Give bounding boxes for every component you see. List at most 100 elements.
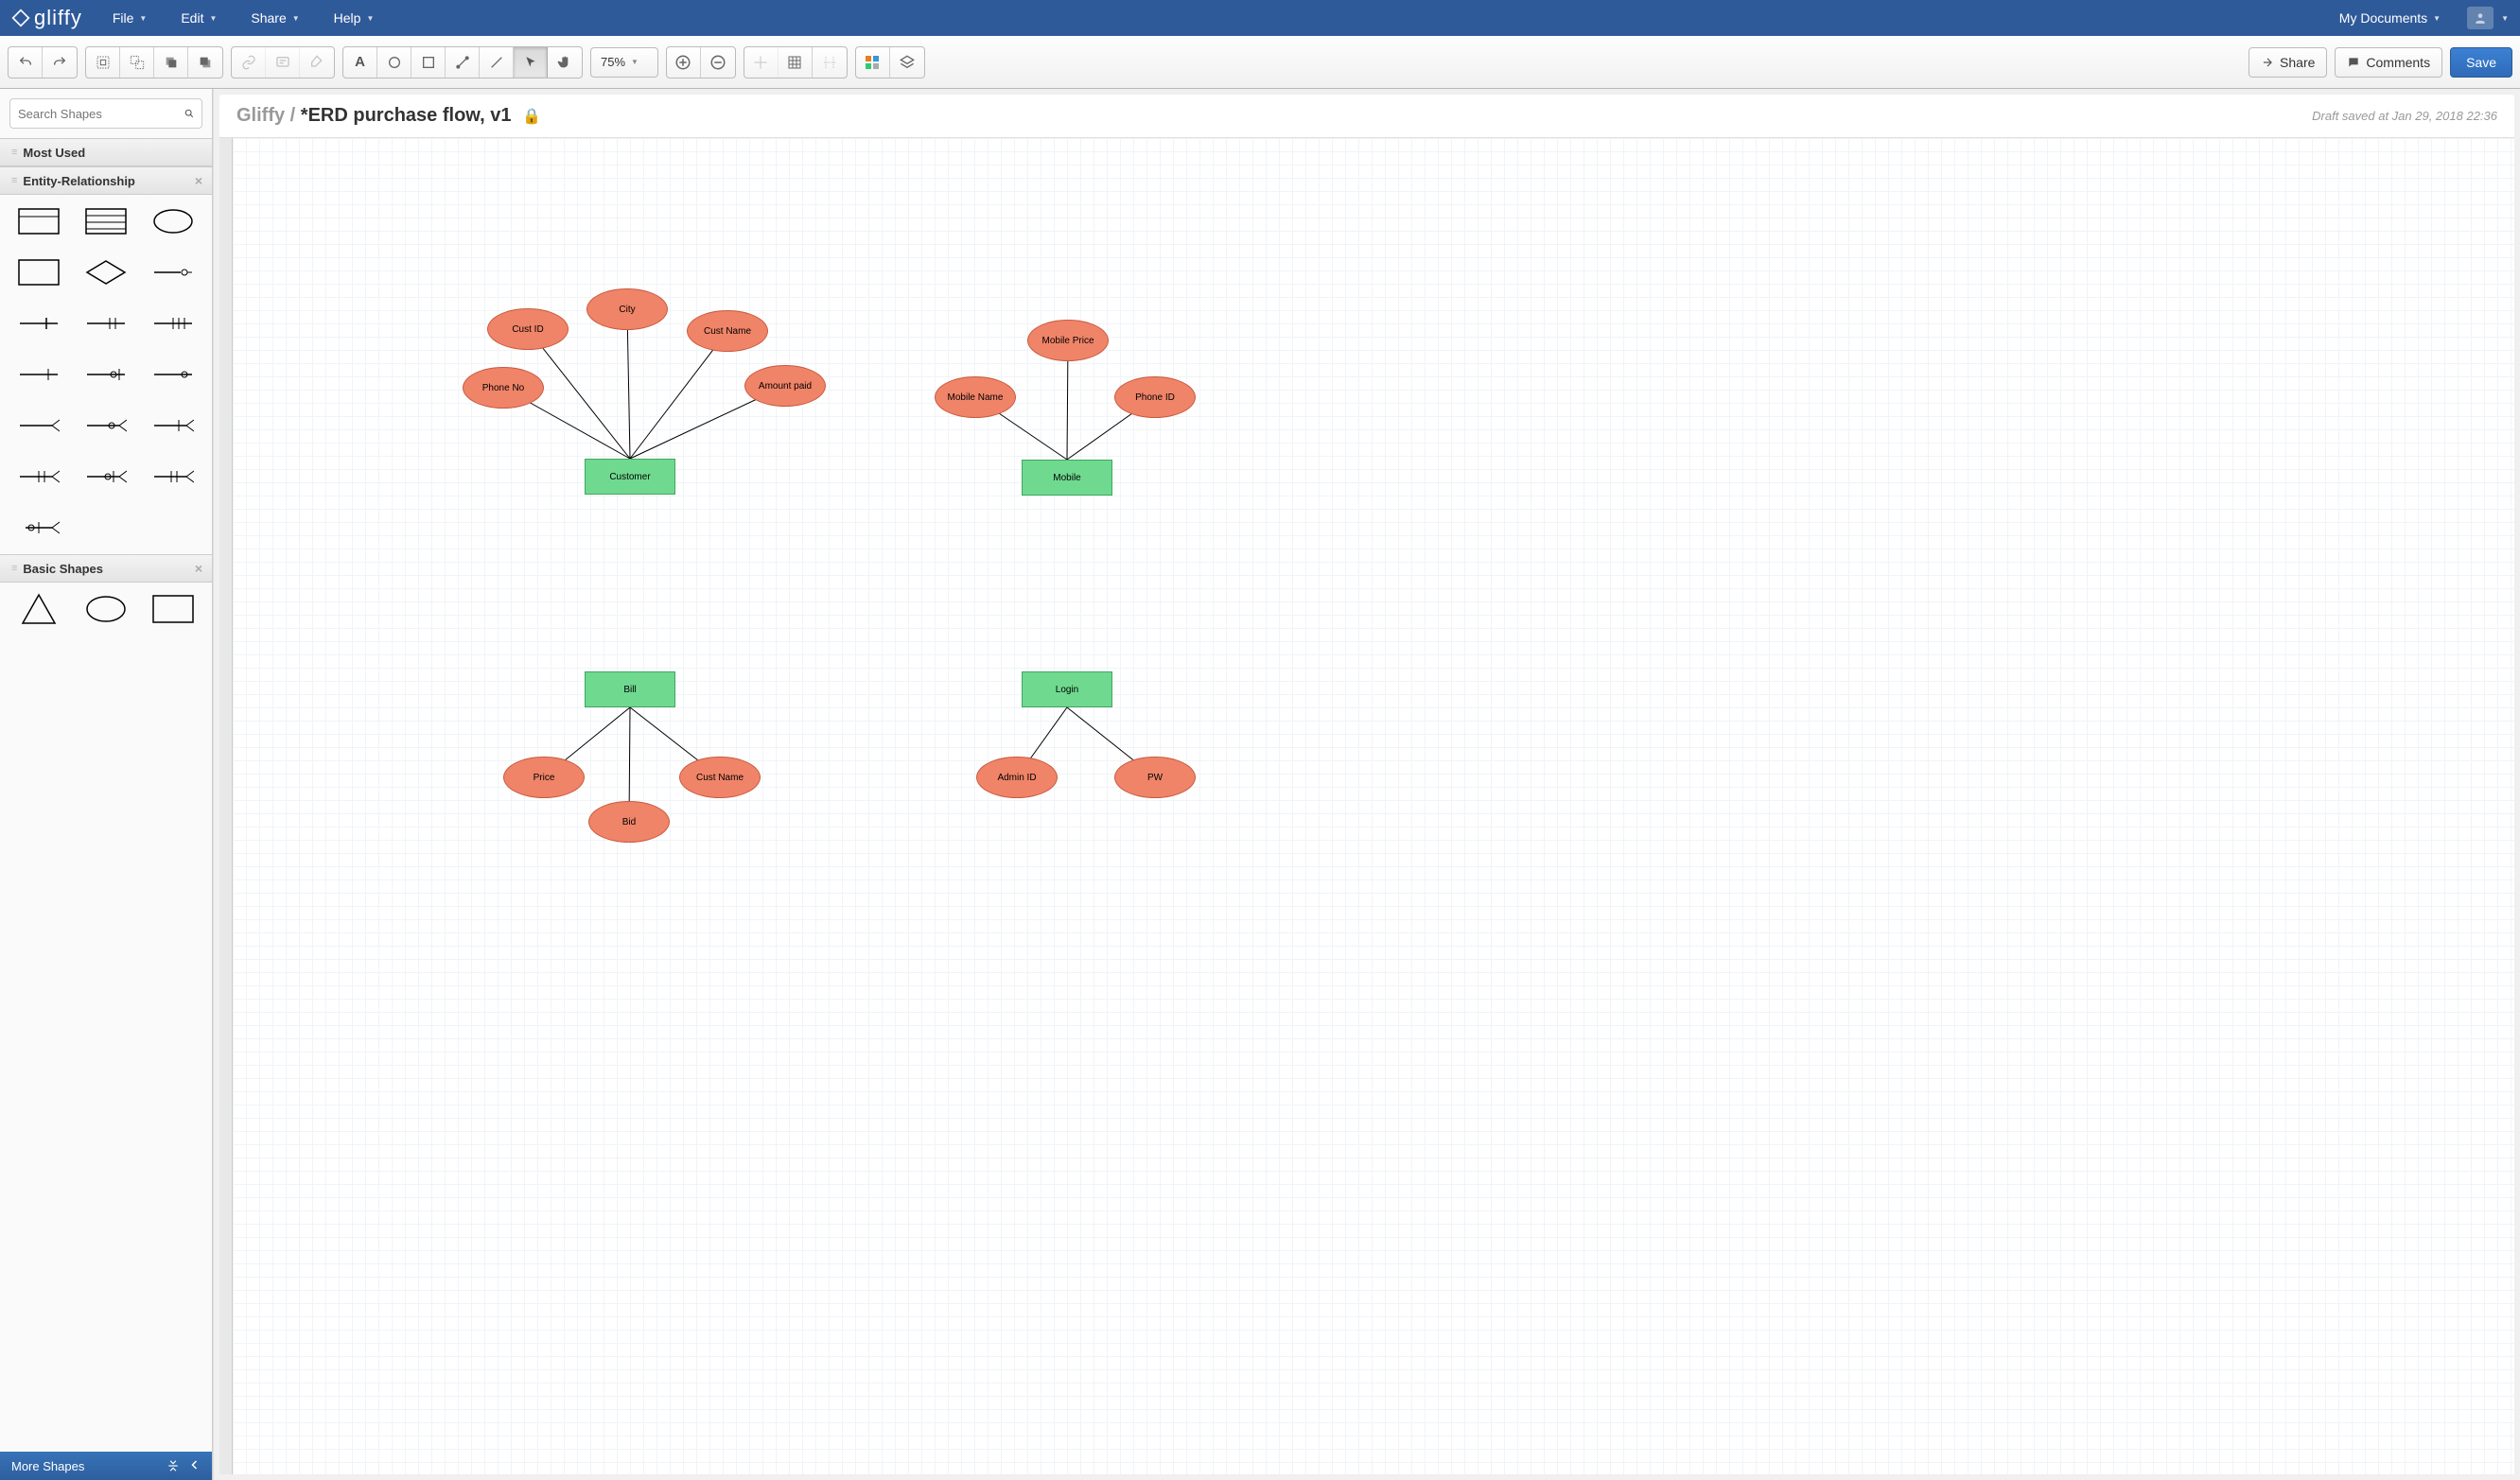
attribute-mprice[interactable]: Mobile Price	[1027, 320, 1109, 361]
shape-weak-entity[interactable]	[11, 255, 67, 289]
layers-icon	[900, 55, 915, 70]
shape-many1[interactable]	[11, 409, 67, 443]
group-icon	[96, 55, 111, 70]
shape-crow5[interactable]	[79, 357, 134, 392]
shape-many5[interactable]	[79, 460, 134, 494]
shape-entity-rows[interactable]	[79, 204, 134, 238]
shape-one-one[interactable]	[145, 255, 201, 289]
attribute-custn2[interactable]: Cust Name	[679, 757, 761, 798]
shape-many7[interactable]	[11, 511, 67, 545]
section-er[interactable]: ≡Entity-Relationship×	[0, 166, 212, 195]
shape-many4[interactable]	[11, 460, 67, 494]
group-tools	[85, 46, 223, 78]
canvas-inner[interactable]: Customer Mobile Bill Login Phone No Cust ID Ci…	[219, 138, 1544, 989]
menu-file[interactable]: File▼	[96, 0, 164, 36]
shape-relationship[interactable]	[79, 255, 134, 289]
menu-share[interactable]: Share▼	[234, 0, 316, 36]
pointer-tool[interactable]	[514, 47, 548, 78]
canvas[interactable]: Customer Mobile Bill Login Phone No Cust ID Ci…	[219, 138, 2514, 1474]
doc-title[interactable]: *ERD purchase flow, v1	[301, 105, 512, 126]
chevron-down-icon: ▼	[209, 14, 217, 23]
zoom-select[interactable]: 75%▼	[590, 47, 658, 78]
redo-button[interactable]	[43, 47, 77, 78]
shape-attribute[interactable]	[145, 204, 201, 238]
shape-entity[interactable]	[11, 204, 67, 238]
entity-bill[interactable]: Bill	[585, 671, 675, 707]
entity-customer[interactable]: Customer	[585, 459, 675, 495]
line-tool[interactable]	[480, 47, 514, 78]
circle-tool[interactable]	[377, 47, 411, 78]
comments-button[interactable]: Comments	[2335, 47, 2442, 78]
entity-mobile[interactable]: Mobile	[1022, 460, 1112, 496]
save-button[interactable]: Save	[2450, 47, 2512, 78]
group-button[interactable]	[86, 47, 120, 78]
attribute-pw[interactable]: PW	[1114, 757, 1196, 798]
shape-crow4[interactable]	[11, 357, 67, 392]
zoom-out-button[interactable]	[701, 47, 735, 78]
share-button[interactable]: Share	[2249, 47, 2327, 78]
attribute-price[interactable]: Price	[503, 757, 585, 798]
text-tool[interactable]: A	[343, 47, 377, 78]
shape-crow3[interactable]	[145, 306, 201, 340]
undo-button[interactable]	[9, 47, 43, 78]
ungroup-icon	[130, 55, 145, 70]
attribute-city[interactable]: City	[586, 288, 668, 330]
layers-button[interactable]	[890, 47, 924, 78]
toolbar: A 75%▼ Share Comments Save	[0, 36, 2520, 89]
collapse-icon[interactable]	[189, 1459, 201, 1471]
shape-many2[interactable]	[79, 409, 134, 443]
share-icon	[2261, 56, 2274, 69]
shape-crow6[interactable]	[145, 357, 201, 392]
attribute-amount[interactable]: Amount paid	[744, 365, 826, 407]
chevron-down-icon: ▼	[2501, 14, 2509, 23]
search-box[interactable]	[9, 98, 202, 129]
draw-tools: A	[342, 46, 583, 78]
section-basic[interactable]: ≡Basic Shapes×	[0, 554, 212, 583]
menu-help[interactable]: Help▼	[317, 0, 392, 36]
close-icon[interactable]: ×	[195, 173, 202, 188]
section-most-used[interactable]: ≡Most Used	[0, 138, 212, 166]
user-menu[interactable]	[2467, 7, 2494, 29]
breadcrumb-root[interactable]: Gliffy	[236, 105, 285, 126]
back-button[interactable]	[188, 47, 222, 78]
theme-button[interactable]	[856, 47, 890, 78]
expand-icon[interactable]	[166, 1459, 180, 1472]
attribute-mname[interactable]: Mobile Name	[935, 376, 1016, 418]
attribute-adminid[interactable]: Admin ID	[976, 757, 1058, 798]
link-button	[232, 47, 266, 78]
send-back-icon	[198, 55, 213, 70]
attribute-custname[interactable]: Cust Name	[687, 310, 768, 352]
pan-tool[interactable]	[548, 47, 582, 78]
search-wrap	[0, 89, 212, 138]
note-button	[266, 47, 300, 78]
app-logo[interactable]: gliffy	[8, 6, 96, 30]
drag-icon: ≡	[11, 563, 15, 574]
paint-icon	[309, 55, 324, 70]
more-shapes-button[interactable]: More Shapes	[11, 1459, 84, 1473]
search-input[interactable]	[18, 107, 184, 121]
drag-icon: ≡	[11, 175, 15, 186]
attribute-phoneid[interactable]: Phone ID	[1114, 376, 1196, 418]
chevron-down-icon: ▼	[366, 14, 374, 23]
attribute-phoneno[interactable]: Phone No	[463, 367, 544, 409]
shape-rectangle[interactable]	[145, 592, 201, 626]
shape-ellipse[interactable]	[79, 592, 134, 626]
shape-many6[interactable]	[145, 460, 201, 494]
close-icon[interactable]: ×	[195, 561, 202, 576]
attribute-custid[interactable]: Cust ID	[487, 308, 569, 350]
connector-tool[interactable]	[446, 47, 480, 78]
menu-my-documents[interactable]: My Documents▼	[2322, 0, 2458, 36]
ungroup-button[interactable]	[120, 47, 154, 78]
shape-triangle[interactable]	[11, 592, 67, 626]
rect-tool[interactable]	[411, 47, 446, 78]
grid-button[interactable]	[779, 47, 813, 78]
snap-icon	[753, 55, 768, 70]
menu-edit[interactable]: Edit▼	[164, 0, 234, 36]
shape-many3[interactable]	[145, 409, 201, 443]
front-button[interactable]	[154, 47, 188, 78]
shape-crow2[interactable]	[79, 306, 134, 340]
attribute-bid[interactable]: Bid	[588, 801, 670, 843]
entity-login[interactable]: Login	[1022, 671, 1112, 707]
zoom-in-button[interactable]	[667, 47, 701, 78]
shape-crow1[interactable]	[11, 306, 67, 340]
